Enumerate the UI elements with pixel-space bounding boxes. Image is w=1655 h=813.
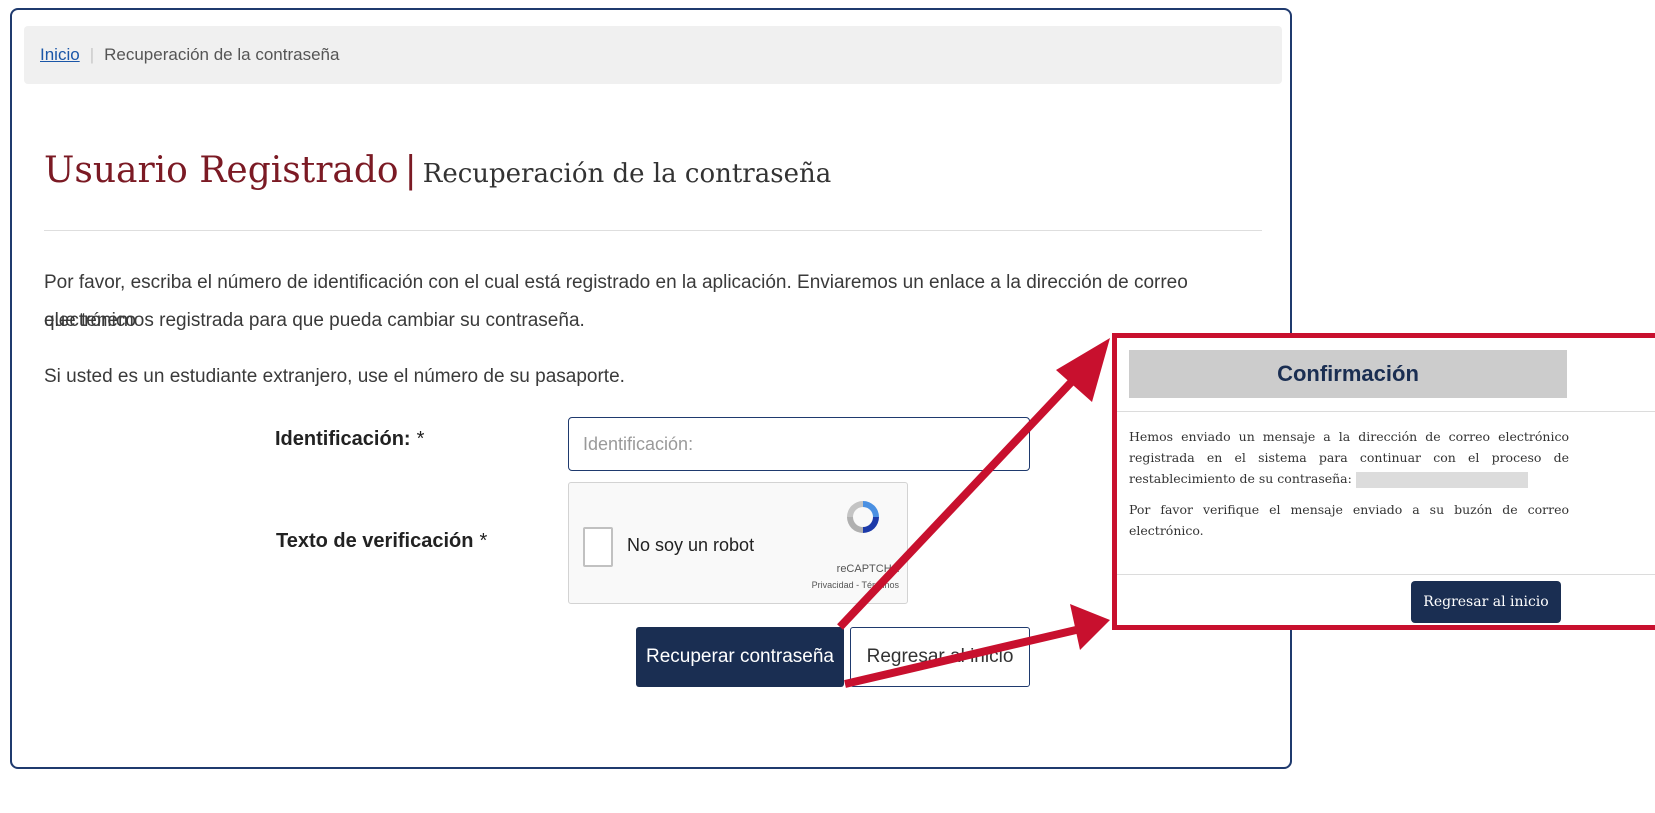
confirmation-body: Hemos enviado un mensaje a la dirección …	[1129, 426, 1569, 551]
recover-password-button[interactable]: Recuperar contraseña	[636, 627, 844, 687]
confirmation-title: Confirmación	[1129, 350, 1567, 398]
id-label-text: Identificación:	[275, 428, 411, 450]
id-input[interactable]	[568, 417, 1030, 471]
breadcrumb-separator: |	[89, 45, 95, 64]
confirmation-instruction: Por favor verifique el mensaje enviado a…	[1129, 502, 1569, 538]
redacted-email	[1355, 471, 1528, 488]
recaptcha-label: No soy un robot	[627, 535, 755, 555]
verification-label: Texto de verificación *	[276, 530, 487, 553]
breadcrumb: Inicio | Recuperación de la contraseña	[24, 26, 1282, 84]
confirmation-dialog: Confirmación Hemos enviado un mensaje a …	[1112, 333, 1655, 630]
breadcrumb-current: Recuperación de la contraseña	[104, 45, 340, 64]
confirmation-message-paragraph: Hemos enviado un mensaje a la dirección …	[1129, 426, 1569, 489]
recaptcha-icon	[847, 501, 879, 533]
recaptcha-checkbox[interactable]	[583, 527, 613, 567]
id-label: Identificación: *	[275, 428, 424, 451]
dialog-divider-top	[1117, 411, 1655, 412]
page-title-sub: Recuperación de la contraseña	[422, 159, 832, 189]
intro-text-line2: que tenemos registrada para que pueda ca…	[44, 310, 585, 331]
recaptcha-brand: reCAPTCHA	[836, 563, 899, 575]
required-mark: *	[479, 530, 488, 552]
dialog-divider-bottom	[1117, 574, 1655, 575]
dialog-back-home-button[interactable]: Regresar al inicio	[1411, 581, 1561, 623]
required-mark: *	[416, 428, 425, 450]
breadcrumb-home-link[interactable]: Inicio	[40, 45, 80, 65]
title-divider	[44, 230, 1262, 231]
verification-label-text: Texto de verificación	[276, 530, 474, 552]
recaptcha-widget: No soy un robot reCAPTCHA Privacidad - T…	[568, 482, 908, 604]
foreign-student-note: Si usted es un estudiante extranjero, us…	[44, 366, 625, 387]
page-title-main: Usuario Registrado	[44, 150, 399, 191]
page-title: Usuario Registrado | Recuperación de la co…	[44, 150, 831, 191]
page-title-separator: |	[404, 150, 417, 191]
back-home-button[interactable]: Regresar al inicio	[850, 627, 1030, 687]
recaptcha-links[interactable]: Privacidad - Términos	[812, 580, 899, 590]
